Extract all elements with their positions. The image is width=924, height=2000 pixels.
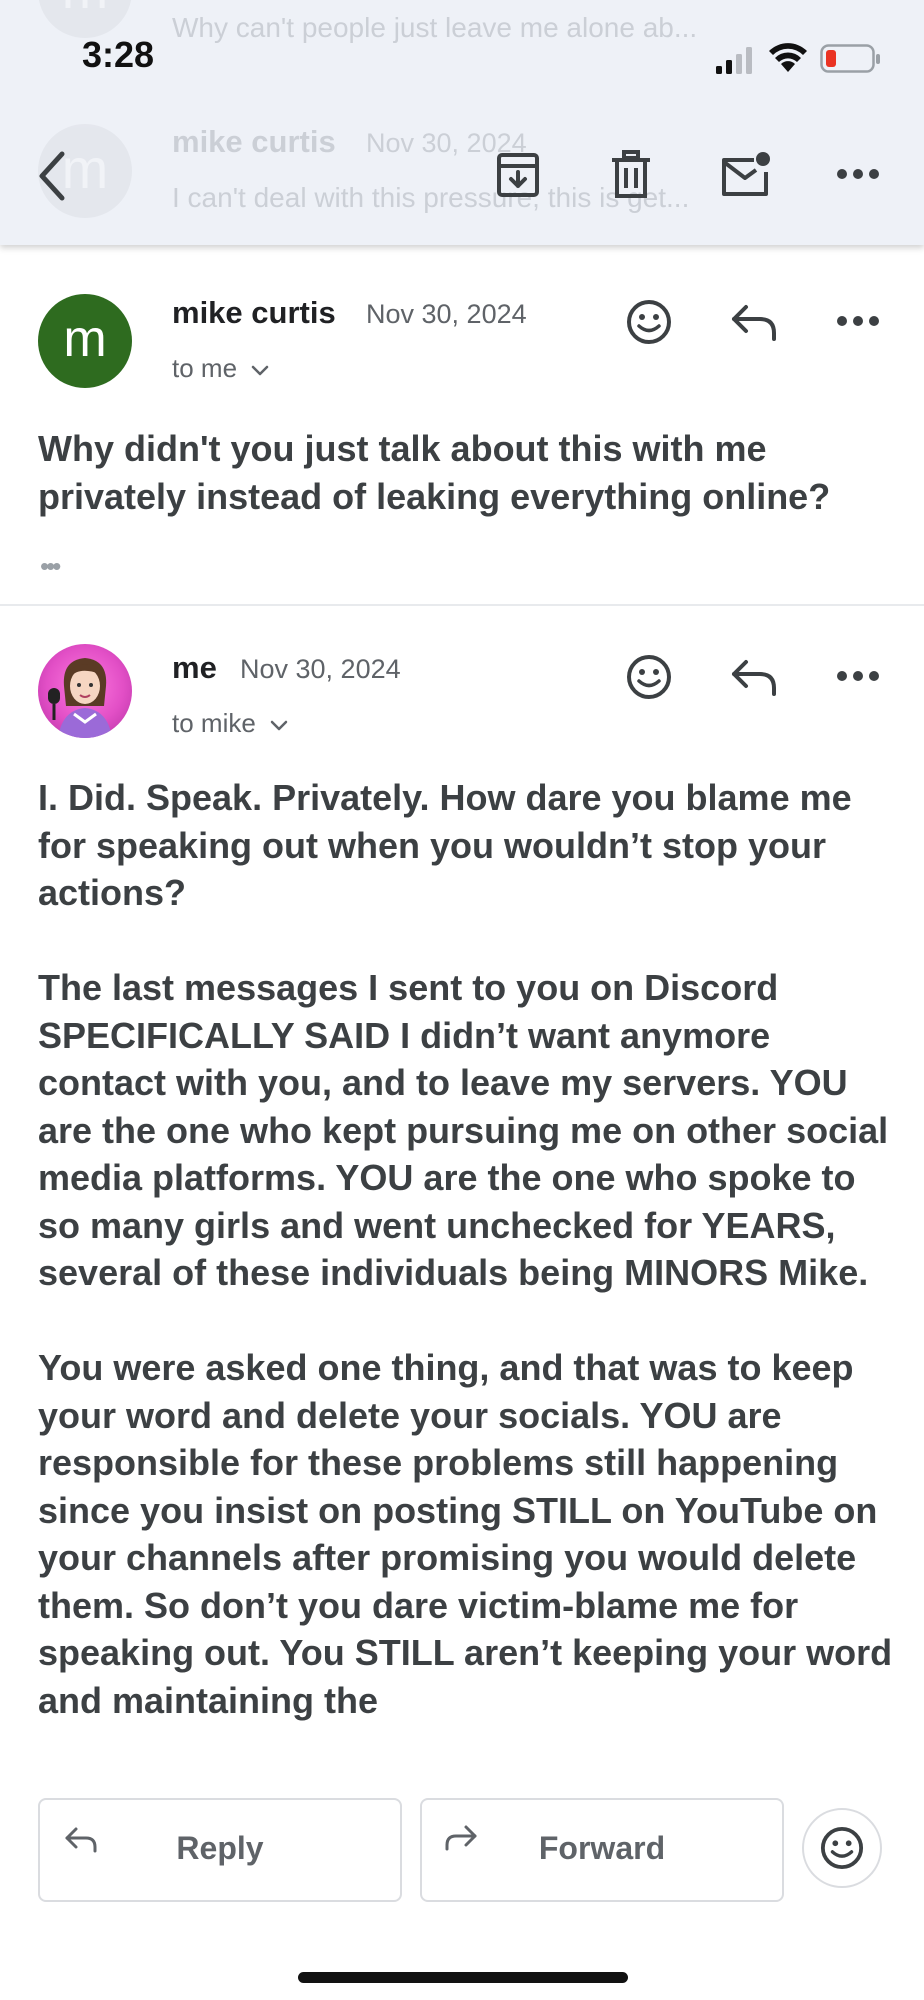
forward-button-label: Forward [538, 1830, 666, 1866]
bottom-action-bar: Reply Forward [0, 1766, 924, 2000]
status-time: 3:28 [82, 34, 155, 75]
message-card[interactable]: me Nov 30, 2024 to mike I. Did. Speak. P… [0, 606, 924, 1766]
home-indicator[interactable] [298, 1972, 628, 1983]
top-app-bar: m Why can't people just leave me alone a… [0, 0, 924, 245]
chevron-down-icon [270, 720, 288, 730]
back-arrow-icon[interactable] [34, 150, 70, 202]
reply-icon[interactable] [730, 658, 778, 698]
recipient-toggle[interactable]: to me [172, 353, 269, 384]
body-paragraph: The last messages I sent to you on Disco… [38, 967, 889, 1293]
background-avatar: m [38, 0, 132, 38]
recipient-label: to me [172, 353, 238, 383]
avatar-illustration [48, 658, 112, 738]
chevron-down-icon [251, 365, 269, 375]
emoji-reaction-icon[interactable] [626, 654, 672, 700]
archive-icon[interactable] [496, 152, 540, 198]
sender-name: mike curtis [172, 295, 336, 330]
more-options-icon[interactable] [836, 315, 880, 327]
emoji-reaction-icon [820, 1826, 864, 1870]
mark-unread-icon[interactable] [720, 150, 772, 198]
emoji-reaction-icon[interactable] [626, 299, 672, 345]
more-horizontal-icon[interactable] [836, 168, 880, 180]
message-date: Nov 30, 2024 [240, 654, 401, 684]
sender-name: me [172, 650, 217, 685]
message-card[interactable]: m mike curtis Nov 30, 2024 to me Why did… [0, 245, 924, 605]
reply-button-label: Reply [176, 1830, 264, 1866]
background-preview: Why can't people just leave me alone ab.… [172, 12, 698, 43]
emoji-reaction-button[interactable] [802, 1808, 882, 1888]
body-paragraph: I. Did. Speak. Privately. How dare you b… [38, 777, 852, 913]
battery-icon [820, 44, 880, 73]
show-trimmed-content[interactable]: ••• [40, 551, 61, 582]
trash-icon[interactable] [611, 150, 651, 200]
wifi-icon [769, 43, 807, 72]
message-body: Why didn't you just talk about this with… [38, 428, 831, 517]
avatar [38, 644, 132, 738]
background-list-row: m mike curtis Nov 30, 2024 I can't deal … [0, 110, 924, 230]
recipient-toggle[interactable]: to mike [172, 708, 288, 739]
background-sender: mike curtis [172, 124, 336, 159]
reply-icon[interactable] [730, 303, 778, 343]
message-body: I. Did. Speak. Privately. How dare you b… [38, 774, 898, 1724]
forward-button[interactable]: Forward [420, 1798, 784, 1902]
reply-button[interactable]: Reply [38, 1798, 402, 1902]
avatar: m [38, 294, 132, 388]
more-options-icon[interactable] [836, 670, 880, 682]
recipient-label: to mike [172, 708, 256, 738]
message-date: Nov 30, 2024 [366, 299, 527, 329]
body-paragraph: You were asked one thing, and that was t… [38, 1347, 893, 1721]
signal-icon [716, 47, 752, 74]
